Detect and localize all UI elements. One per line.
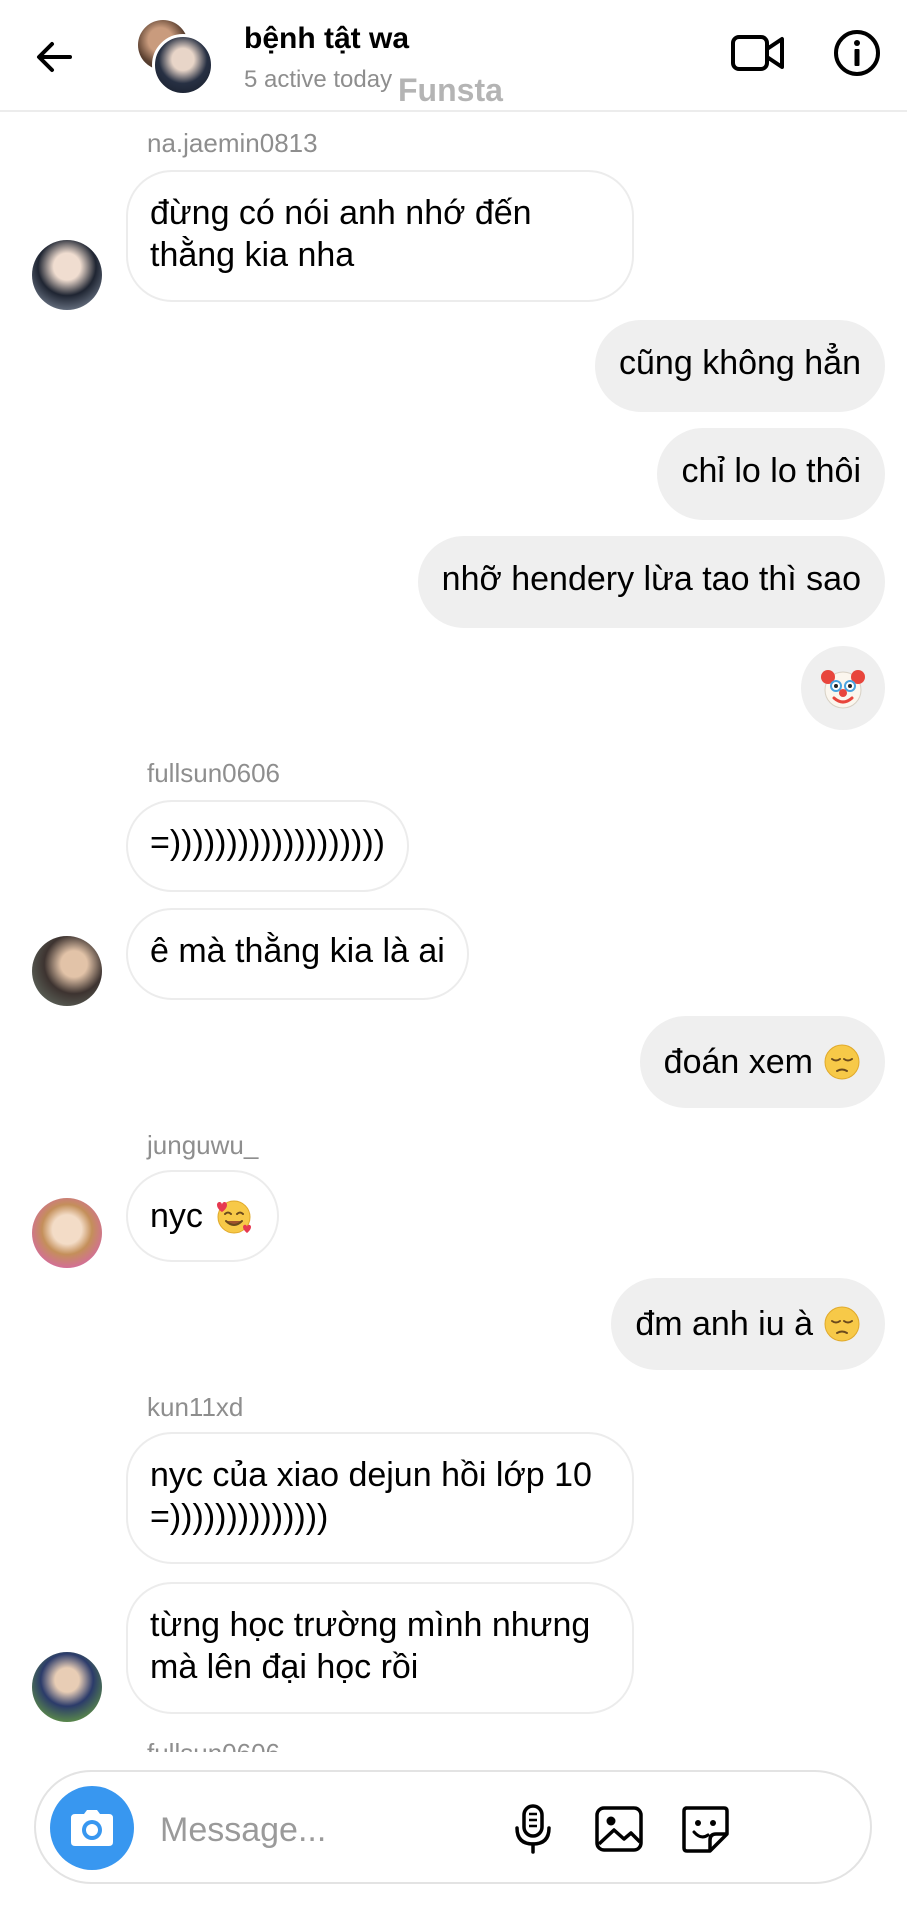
- sender-name: na.jaemin0813: [147, 128, 318, 158]
- message-text: đoán xem: [663, 1043, 813, 1081]
- outgoing-message[interactable]: nhỡ hendery lừa tao thì sao: [417, 536, 885, 628]
- incoming-message[interactable]: nyc: [126, 1170, 279, 1262]
- pensive-face-icon: [824, 1044, 860, 1080]
- outgoing-message[interactable]: cũng không hẳn: [595, 320, 885, 412]
- pensive-face-icon: [824, 1306, 860, 1342]
- outgoing-message[interactable]: đm anh iu à: [611, 1278, 885, 1370]
- incoming-message[interactable]: ê mà thằng kia là ai: [126, 908, 469, 1000]
- sender-name: fullsun0606: [147, 758, 280, 788]
- sender-name: fullsun0606: [147, 1738, 280, 1752]
- avatar[interactable]: [32, 1198, 102, 1268]
- message-text: đm anh iu à: [635, 1305, 813, 1343]
- watermark: Funsta: [398, 72, 503, 108]
- avatar[interactable]: [32, 936, 102, 1006]
- gallery-icon[interactable]: [590, 1800, 648, 1858]
- group-avatar[interactable]: [138, 20, 214, 96]
- chat-header: bệnh tật wa 5 active today Funsta: [0, 0, 907, 112]
- smiling-face-with-hearts-icon: [216, 1200, 251, 1234]
- avatar[interactable]: [32, 1652, 102, 1722]
- avatar[interactable]: [32, 240, 102, 310]
- incoming-message[interactable]: đừng có nói anh nhớ đến thằng kia nha: [126, 170, 634, 302]
- outgoing-emoji-message[interactable]: [801, 646, 885, 730]
- avatar: [152, 34, 214, 96]
- incoming-message[interactable]: nyc của xiao dejun hồi lớp 10 =)))))))))…: [126, 1432, 634, 1564]
- sender-name: kun11xd: [147, 1392, 244, 1422]
- active-status: 5 active today: [244, 66, 393, 93]
- incoming-message[interactable]: =))))))))))))))))))): [126, 800, 409, 892]
- sender-name: junguwu_: [147, 1130, 259, 1160]
- incoming-message[interactable]: từng học trường mình nhưng mà lên đại họ…: [126, 1582, 634, 1714]
- clipped-row: fullsun0606: [0, 1730, 907, 1752]
- video-call-icon[interactable]: [730, 28, 786, 78]
- outgoing-message[interactable]: chỉ lo lo thôi: [657, 428, 885, 520]
- chat-title[interactable]: bệnh tật wa: [244, 22, 409, 56]
- info-icon[interactable]: [832, 28, 882, 78]
- message-composer: [34, 1770, 872, 1884]
- clown-face-icon: [821, 670, 865, 709]
- message-text: nyc: [150, 1197, 203, 1235]
- sticker-icon[interactable]: [676, 1800, 734, 1858]
- camera-button[interactable]: [50, 1786, 134, 1870]
- outgoing-message[interactable]: đoán xem: [639, 1016, 885, 1108]
- microphone-icon[interactable]: [504, 1800, 562, 1858]
- back-arrow-icon[interactable]: [30, 32, 80, 82]
- camera-icon: [71, 1810, 113, 1846]
